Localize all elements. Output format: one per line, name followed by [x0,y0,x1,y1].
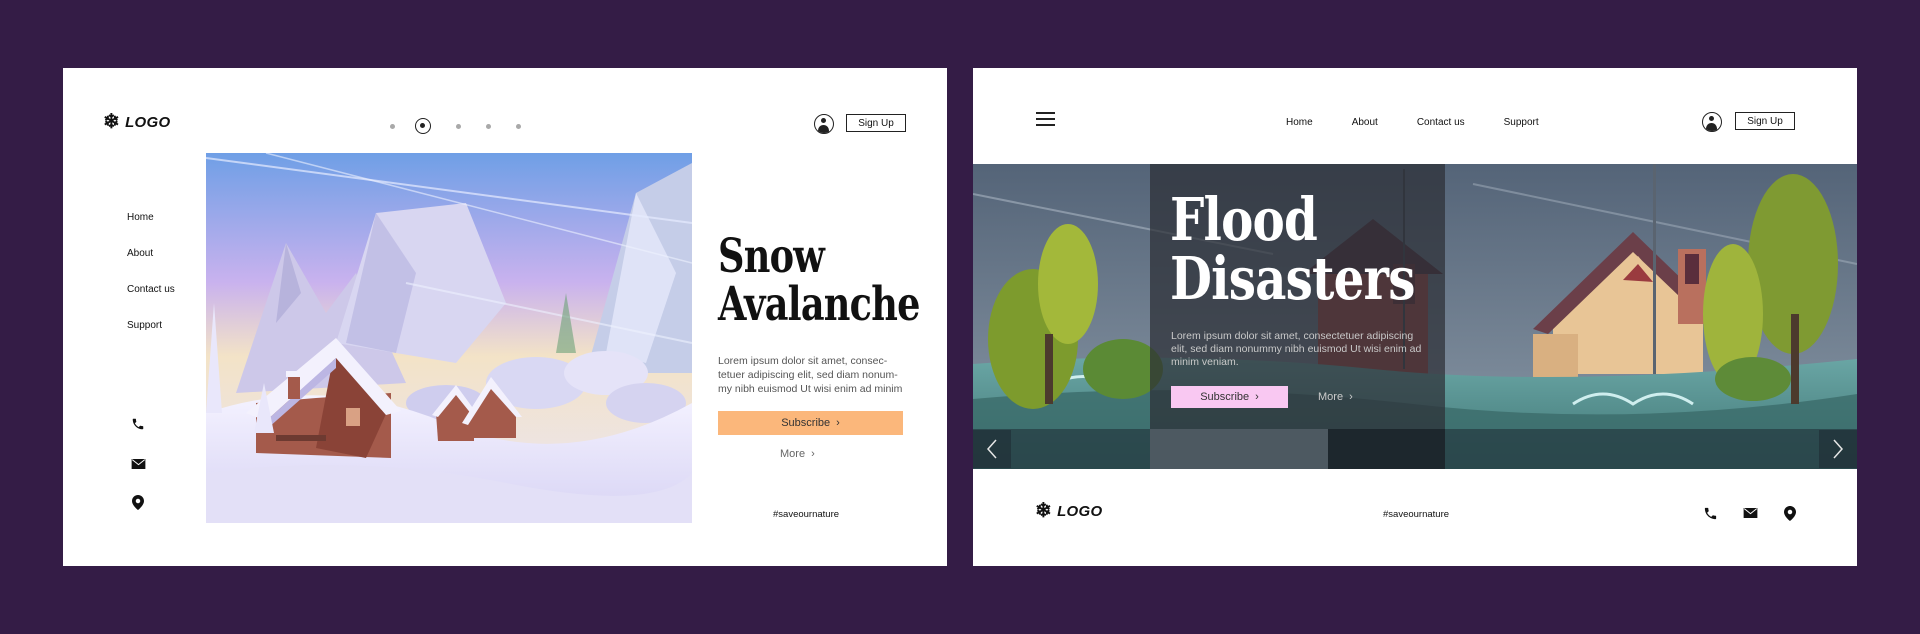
carousel-dot-2-active[interactable] [415,118,431,134]
chevron-right-icon: › [1349,391,1353,403]
hero-title: Snow Avalanche [718,233,920,329]
hero-title: Flood Disasters [1170,190,1415,308]
carousel-prev-button[interactable] [973,430,1011,468]
sidebar-nav: Home About Contact us Support [127,212,175,356]
nav-item-support[interactable]: Support [1504,117,1539,128]
sign-up-button[interactable]: Sign Up [846,114,906,132]
hero-title-line-1: Flood [1170,185,1318,254]
mail-icon[interactable] [1741,504,1759,522]
subscribe-label: Subscribe [1200,391,1250,403]
more-label: More [780,448,806,460]
hashtag: #saveournature [773,509,840,520]
mail-icon[interactable] [130,456,146,472]
carousel-dot-3[interactable] [456,123,461,129]
chevron-right-icon: › [1255,391,1259,403]
snowflake-icon: ❄ [1035,500,1053,522]
hero-description: Lorem ipsum dolor sit amet, consectetuer… [1171,330,1422,368]
location-pin-icon[interactable] [1781,504,1799,522]
logo-text: LOGO [1057,502,1103,520]
user-icon[interactable] [814,114,834,134]
chevron-right-icon [1833,439,1844,459]
carousel-next-button[interactable] [1819,430,1857,468]
chevron-right-icon: › [811,448,815,460]
sidebar-item-about[interactable]: About [127,248,175,284]
more-label: More [1318,391,1344,403]
carousel-dot-5[interactable] [516,123,521,129]
subscribe-label: Subscribe [781,417,831,429]
nav-item-contact-us[interactable]: Contact us [1417,117,1465,128]
carousel-dots [390,118,546,134]
subscribe-button[interactable]: Subscribe › [718,411,903,435]
nav-item-about[interactable]: About [1352,117,1378,128]
hero-description: Lorem ipsum dolor sit amet, consec-tetue… [718,355,903,395]
top-nav: Home About Contact us Support [1286,117,1539,128]
flood-illustration [973,164,1857,469]
location-pin-icon[interactable] [130,494,146,510]
subscribe-button[interactable]: Subscribe › [1171,386,1288,408]
logo[interactable]: ❄ LOGO [103,112,170,132]
carousel-dot-4[interactable] [486,123,491,129]
more-link[interactable]: More › [780,448,815,460]
hero-title-line-2: Avalanche [718,277,920,332]
flood-disasters-landing-page: Home About Contact us Support Sign Up Fl… [973,68,1857,566]
snow-avalanche-illustration [206,153,692,523]
chevron-left-icon [986,439,997,459]
snow-avalanche-landing-page: ❄ LOGO Sign Up Home About Contact us Sup… [63,68,947,566]
hero-title-line-2: Disasters [1170,244,1415,313]
carousel-dot-1[interactable] [390,123,395,129]
sidebar-item-home[interactable]: Home [127,212,175,248]
snowflake-icon: ❄ [103,111,121,133]
sign-up-button[interactable]: Sign Up [1735,112,1795,130]
user-icon[interactable] [1702,112,1722,132]
logo-text: LOGO [125,113,171,131]
hero-title-line-1: Snow [718,229,825,284]
phone-icon[interactable] [130,416,146,432]
hamburger-menu-icon[interactable] [1036,112,1055,128]
chevron-right-icon: › [836,417,840,429]
sidebar-item-contact-us[interactable]: Contact us [127,284,175,320]
footer-logo[interactable]: ❄ LOGO [1035,501,1102,521]
hashtag: #saveournature [1383,509,1450,520]
phone-icon[interactable] [1701,504,1719,522]
more-link[interactable]: More › [1318,391,1353,403]
nav-item-home[interactable]: Home [1286,117,1313,128]
sidebar-item-support[interactable]: Support [127,320,175,356]
